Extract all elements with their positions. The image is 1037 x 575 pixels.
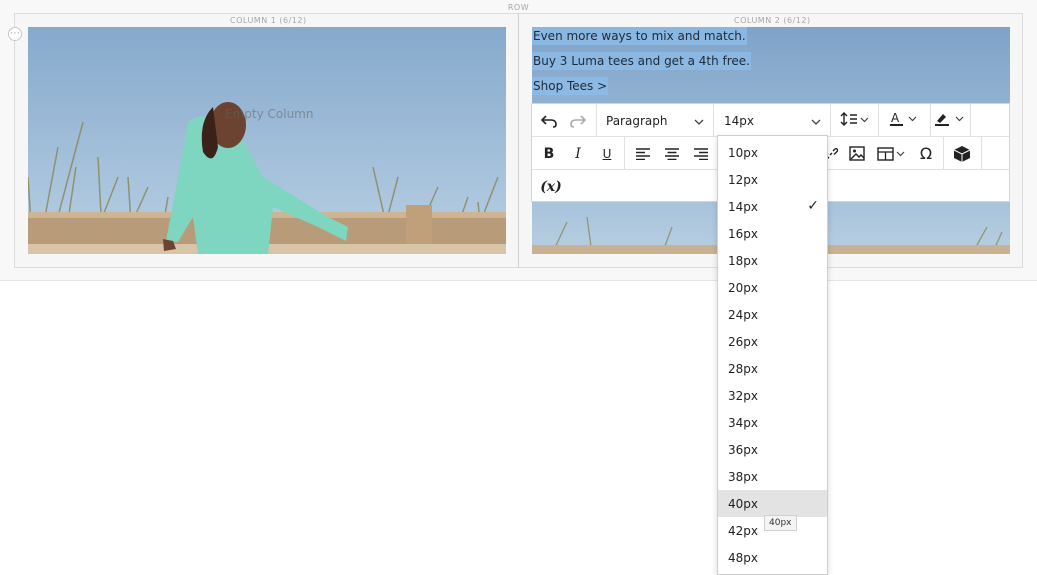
font-size-option-label: 14px — [728, 199, 758, 214]
font-size-option-label: 12px — [728, 172, 758, 187]
checkmark-icon: ✓ — [807, 198, 819, 214]
insert-variable-icon[interactable]: (x) — [536, 170, 566, 203]
font-size-option-label: 48px — [728, 550, 758, 565]
font-size-option-label: 40px — [728, 496, 758, 511]
align-center-icon[interactable] — [658, 137, 686, 170]
block-format-select[interactable]: Paragraph — [597, 104, 714, 137]
font-size-dropdown: 10px 12px 14px ✓ 16px 18px 20px 24px 26px 28px 32p… — [717, 135, 828, 575]
font-size-option[interactable]: 38px — [718, 463, 827, 490]
undo-icon[interactable] — [535, 104, 563, 137]
image-icon[interactable] — [843, 137, 871, 170]
font-size-option[interactable]: 20px — [718, 274, 827, 301]
font-size-value: 14px — [724, 113, 754, 128]
font-size-option[interactable]: 26px — [718, 328, 827, 355]
block-format-value: Paragraph — [606, 113, 668, 128]
toolbar-row-1: Paragraph 14px A — [532, 104, 1009, 137]
highlight-color-icon — [934, 111, 968, 130]
font-size-option[interactable]: 10px — [718, 139, 827, 166]
align-left-icon[interactable] — [629, 137, 657, 170]
bold-icon[interactable]: B — [535, 137, 563, 170]
text-color-button[interactable]: A — [879, 104, 931, 137]
empty-column-text: Empty Column — [225, 107, 314, 121]
font-size-option-label: 24px — [728, 307, 758, 322]
font-size-option[interactable]: 16px — [718, 220, 827, 247]
font-size-option[interactable]: 12px — [718, 166, 827, 193]
align-right-icon[interactable] — [687, 137, 715, 170]
redo-icon[interactable] — [564, 104, 592, 137]
column-1-image[interactable] — [28, 27, 506, 254]
text-color-icon: A — [889, 111, 921, 130]
widget-icon[interactable] — [948, 137, 976, 170]
font-size-option[interactable]: 28px — [718, 355, 827, 382]
font-size-option-label: 42px — [728, 523, 758, 538]
font-size-option-label: 34px — [728, 415, 758, 430]
column-2-label: COLUMN 2 (6/12) — [734, 16, 811, 25]
tooltip: 40px — [764, 515, 797, 531]
content-line-1[interactable]: Even more ways to mix and match. — [532, 27, 747, 45]
font-size-option-label: 32px — [728, 388, 758, 403]
italic-icon[interactable]: I — [564, 137, 592, 170]
font-size-option-label: 18px — [728, 253, 758, 268]
font-size-option-label: 38px — [728, 469, 758, 484]
drag-handle-icon[interactable]: ⋯ — [8, 27, 22, 41]
font-size-option-label: 26px — [728, 334, 758, 349]
font-size-option-label: 10px — [728, 145, 758, 160]
font-size-option[interactable]: 34px — [718, 409, 827, 436]
shop-tees-link[interactable]: Shop Tees > — [532, 77, 609, 95]
font-size-option-label: 20px — [728, 280, 758, 295]
column-1-label: COLUMN 1 (6/12) — [230, 16, 307, 25]
font-size-option[interactable]: 18px — [718, 247, 827, 274]
line-height-icon — [840, 112, 870, 129]
column-divider[interactable] — [518, 13, 519, 268]
font-size-option[interactable]: 48px — [718, 544, 827, 571]
font-size-option-label: 36px — [728, 442, 758, 457]
font-size-option[interactable]: 24px — [718, 301, 827, 328]
font-size-select[interactable]: 14px — [714, 104, 831, 137]
font-size-option[interactable]: 32px — [718, 382, 827, 409]
font-size-option[interactable]: 36px — [718, 436, 827, 463]
content-line-2[interactable]: Buy 3 Luma tees and get a 4th free. — [532, 52, 751, 70]
font-size-option[interactable]: 40px — [718, 490, 827, 517]
svg-text:A: A — [891, 111, 900, 125]
special-char-icon[interactable]: Ω — [912, 137, 940, 170]
font-size-option[interactable]: 14px ✓ — [718, 193, 827, 220]
beach-woman-photo — [28, 27, 506, 254]
chevron-down-icon — [811, 114, 821, 128]
chevron-down-icon — [694, 114, 704, 128]
line-height-button[interactable] — [831, 104, 879, 137]
font-size-option-label: 16px — [728, 226, 758, 241]
underline-icon[interactable]: U — [593, 137, 621, 170]
font-size-option-label: 28px — [728, 361, 758, 376]
table-icon[interactable] — [874, 137, 910, 170]
row-label: ROW — [507, 3, 530, 12]
highlight-color-button[interactable] — [931, 104, 971, 137]
